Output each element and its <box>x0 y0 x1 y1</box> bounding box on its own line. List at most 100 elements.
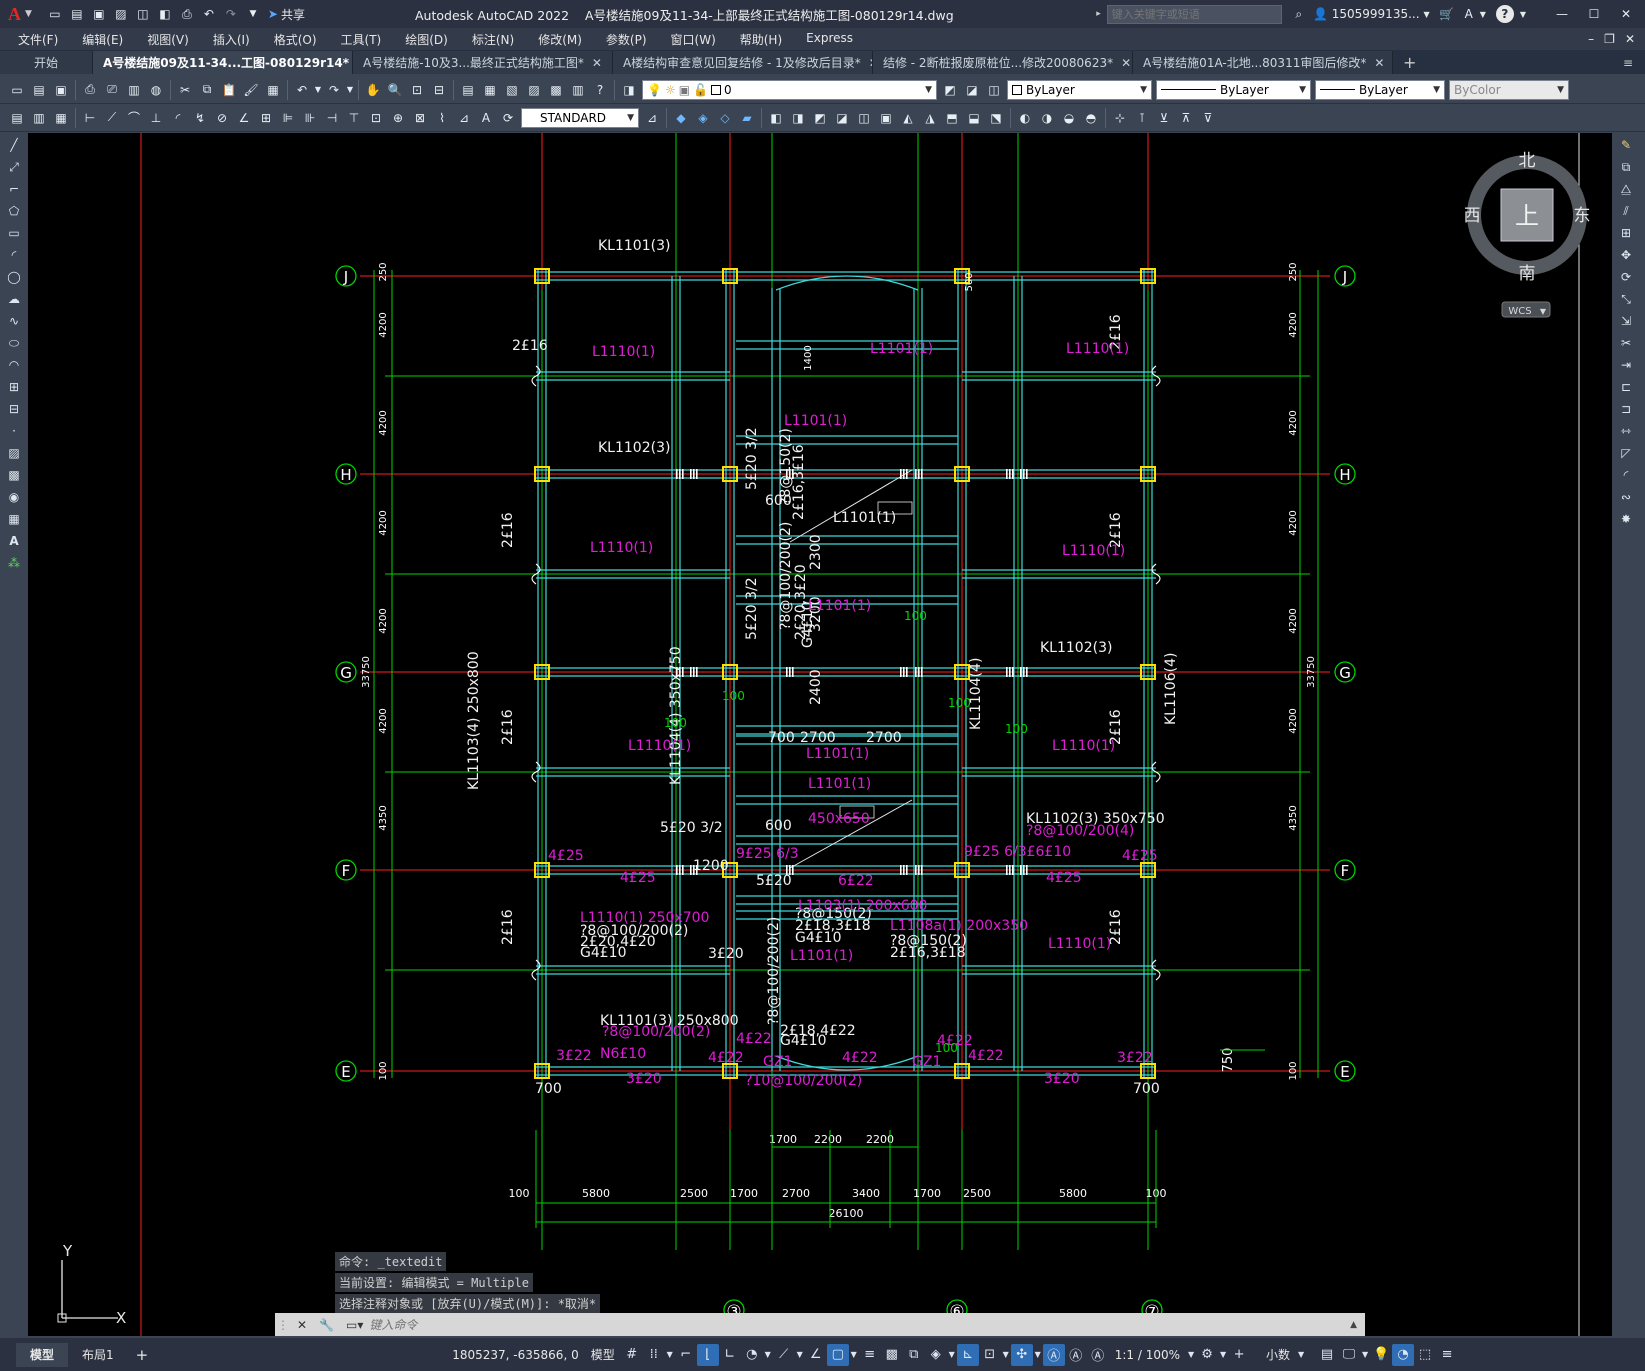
command-customize-icon[interactable]: 🔧 <box>319 1318 334 1332</box>
view-1-icon[interactable]: ◧ <box>766 108 786 128</box>
workspace-icon[interactable]: ⚙ <box>1196 1344 1218 1366</box>
toolbar-1-icon[interactable]: ▤ <box>7 108 27 128</box>
extend-icon[interactable]: ⇥ <box>1616 355 1636 375</box>
layer-states-icon[interactable]: ◫ <box>984 80 1004 100</box>
search-expand-icon[interactable]: ▸ <box>1096 9 1101 19</box>
cut-icon[interactable]: ✂ <box>175 80 195 100</box>
arc-length-icon[interactable]: ⌒ <box>124 108 144 128</box>
dimension-edit-icon[interactable]: ⊿ <box>454 108 474 128</box>
user-icon[interactable]: 👤 <box>1311 4 1331 24</box>
layer-lock-icon[interactable]: 🔓 <box>693 83 708 97</box>
insert-block-icon[interactable]: ⊞ <box>4 377 24 397</box>
color-dropdown[interactable]: ByLayer ▼ <box>1007 79 1152 100</box>
add-selected-icon[interactable]: ⁂ <box>4 553 24 573</box>
ellipse-icon[interactable]: ⬭ <box>4 333 24 353</box>
save-toolbar-icon[interactable]: ▣ <box>51 80 71 100</box>
redo-toolbar-icon[interactable]: ↷ <box>324 80 344 100</box>
open-icon[interactable]: ▤ <box>29 80 49 100</box>
share-button[interactable]: ➤ 共享 <box>268 6 305 23</box>
document-tab[interactable]: A号楼结施09及11-34...工图-080129r14*✕ <box>93 51 354 74</box>
document-tab[interactable]: 结修 - 2断桩报废原桩位...修改20080623* ✕ <box>872 51 1133 74</box>
angular-dimension-icon[interactable]: ∠ <box>234 108 254 128</box>
block-editor-icon[interactable]: ▦ <box>263 80 283 100</box>
workspace-dropdown-icon[interactable]: ▼ <box>1218 1344 1228 1366</box>
polygon-icon[interactable]: ⬠ <box>4 201 24 221</box>
copy-object-icon[interactable]: ⧉ <box>1616 157 1636 177</box>
erase-icon[interactable]: ✎ <box>1616 135 1636 155</box>
isolate-objects-icon[interactable]: 💡 <box>1370 1344 1392 1366</box>
polar-tracking-icon[interactable]: ◔ <box>741 1344 763 1366</box>
circle-icon[interactable]: ◯ <box>4 267 24 287</box>
menu-item[interactable]: 编辑(E) <box>70 31 135 48</box>
rectangle-icon[interactable]: ▭ <box>4 223 24 243</box>
command-input[interactable] <box>369 1314 1351 1335</box>
save-web-icon[interactable]: ◧ <box>155 4 175 24</box>
offset-icon[interactable]: ⫽ <box>1616 201 1636 221</box>
lineweight-display-icon[interactable]: ≡ <box>859 1344 881 1366</box>
annotation-scale-icon[interactable]: Ⓐ <box>1087 1344 1109 1366</box>
autodesk-a360-icon[interactable]: A <box>1459 4 1479 24</box>
doc-close-icon[interactable]: ✕ <box>1625 32 1635 46</box>
fillet-icon[interactable]: ◜ <box>1616 465 1636 485</box>
selection-filter-icon[interactable]: ⊡ <box>979 1344 1001 1366</box>
ucs-5-icon[interactable]: ⊽ <box>1198 108 1218 128</box>
add-layout-icon[interactable]: + <box>128 1346 157 1364</box>
visual-style-4-icon[interactable]: ◓ <box>1081 108 1101 128</box>
rotate-icon[interactable]: ⟳ <box>1616 267 1636 287</box>
jogged-linear-icon[interactable]: ⌇ <box>432 108 452 128</box>
ucs-3-icon[interactable]: ⊻ <box>1154 108 1174 128</box>
infer-constraints-icon[interactable]: ⌐ <box>675 1344 697 1366</box>
menu-item[interactable]: 格式(O) <box>262 31 329 48</box>
zoom-window-icon[interactable]: ⊡ <box>407 80 427 100</box>
model-space-button[interactable]: 模型 <box>585 1346 621 1363</box>
minimize-window-icon[interactable]: — <box>1547 4 1577 24</box>
annotation-monitor-icon[interactable]: + <box>1228 1344 1250 1366</box>
menu-item[interactable]: Express <box>794 31 865 48</box>
isometric-drafting-icon[interactable]: ⟋ <box>773 1344 795 1366</box>
annotation-scale-value[interactable]: 1:1 / 100% <box>1109 1348 1186 1362</box>
qnew-icon[interactable]: ▭ <box>7 80 27 100</box>
maximize-window-icon[interactable]: ☐ <box>1579 4 1609 24</box>
menu-item[interactable]: 绘图(D) <box>393 31 460 48</box>
diameter-dimension-icon[interactable]: ⊘ <box>212 108 232 128</box>
coordinates-readout[interactable]: 1805237, -635866, 0 <box>446 1348 584 1362</box>
match-properties-icon[interactable]: 🖌 <box>241 80 261 100</box>
region-icon[interactable]: ◉ <box>4 487 24 507</box>
object-snap-tracking-icon[interactable]: ∠ <box>805 1344 827 1366</box>
menu-item[interactable]: 参数(P) <box>594 31 659 48</box>
snap-mode-icon[interactable]: ⁞⁞ <box>643 1344 665 1366</box>
ellipse-arc-icon[interactable]: ◠ <box>4 355 24 375</box>
ucs-4-icon[interactable]: ⊼ <box>1176 108 1196 128</box>
selection-filter-dropdown-icon[interactable]: ▼ <box>1001 1344 1011 1366</box>
doc-restore-icon[interactable]: ❐ <box>1604 32 1615 46</box>
mirror-icon[interactable]: ⧋ <box>1616 179 1636 199</box>
tolerance-icon[interactable]: ⊡ <box>366 108 386 128</box>
tab-list-icon[interactable]: ≡ <box>1623 52 1633 74</box>
menu-item[interactable]: 标注(N) <box>460 31 526 48</box>
design-center-icon[interactable]: ▦ <box>480 80 500 100</box>
autocad-logo-icon[interactable]: A <box>8 4 21 25</box>
auto-scale-icon[interactable]: Ⓐ <box>1065 1344 1087 1366</box>
redo-icon[interactable]: ↷ <box>221 4 241 24</box>
visual-style-1-icon[interactable]: ◐ <box>1015 108 1035 128</box>
undo-dropdown-icon[interactable]: ▼ <box>314 80 322 100</box>
print-preview-icon[interactable]: ⎚ <box>102 80 122 100</box>
command-grip-icon[interactable]: ⋮ <box>277 1318 289 1332</box>
a360-dropdown-icon[interactable]: ▼ <box>1480 10 1486 19</box>
lock-dropdown-icon[interactable]: ▼ <box>1360 1344 1370 1366</box>
view-10-icon[interactable]: ⬓ <box>964 108 984 128</box>
print-icon[interactable]: ⎙ <box>80 80 100 100</box>
undo-toolbar-icon[interactable]: ↶ <box>292 80 312 100</box>
document-tab[interactable]: A号楼结施01A-北地...80311审图后修改* ✕ <box>1132 51 1393 74</box>
selection-cycling-icon[interactable]: ⧉ <box>903 1344 925 1366</box>
layer-properties-icon[interactable]: ◨ <box>619 80 639 100</box>
user-dropdown-icon[interactable]: ▼ <box>1424 10 1430 19</box>
dimension-break-icon[interactable]: ⊤ <box>344 108 364 128</box>
blend-curves-icon[interactable]: ∾ <box>1616 487 1636 507</box>
save-icon[interactable]: ▣ <box>89 4 109 24</box>
command-recent-icon[interactable]: ▭▾ <box>346 1318 363 1332</box>
continue-dimension-icon[interactable]: ⊪ <box>300 108 320 128</box>
lock-ui-icon[interactable]: 🖵 <box>1338 1344 1360 1366</box>
menu-item[interactable]: 文件(F) <box>6 31 70 48</box>
plot-icon[interactable]: ⎙ <box>177 4 197 24</box>
